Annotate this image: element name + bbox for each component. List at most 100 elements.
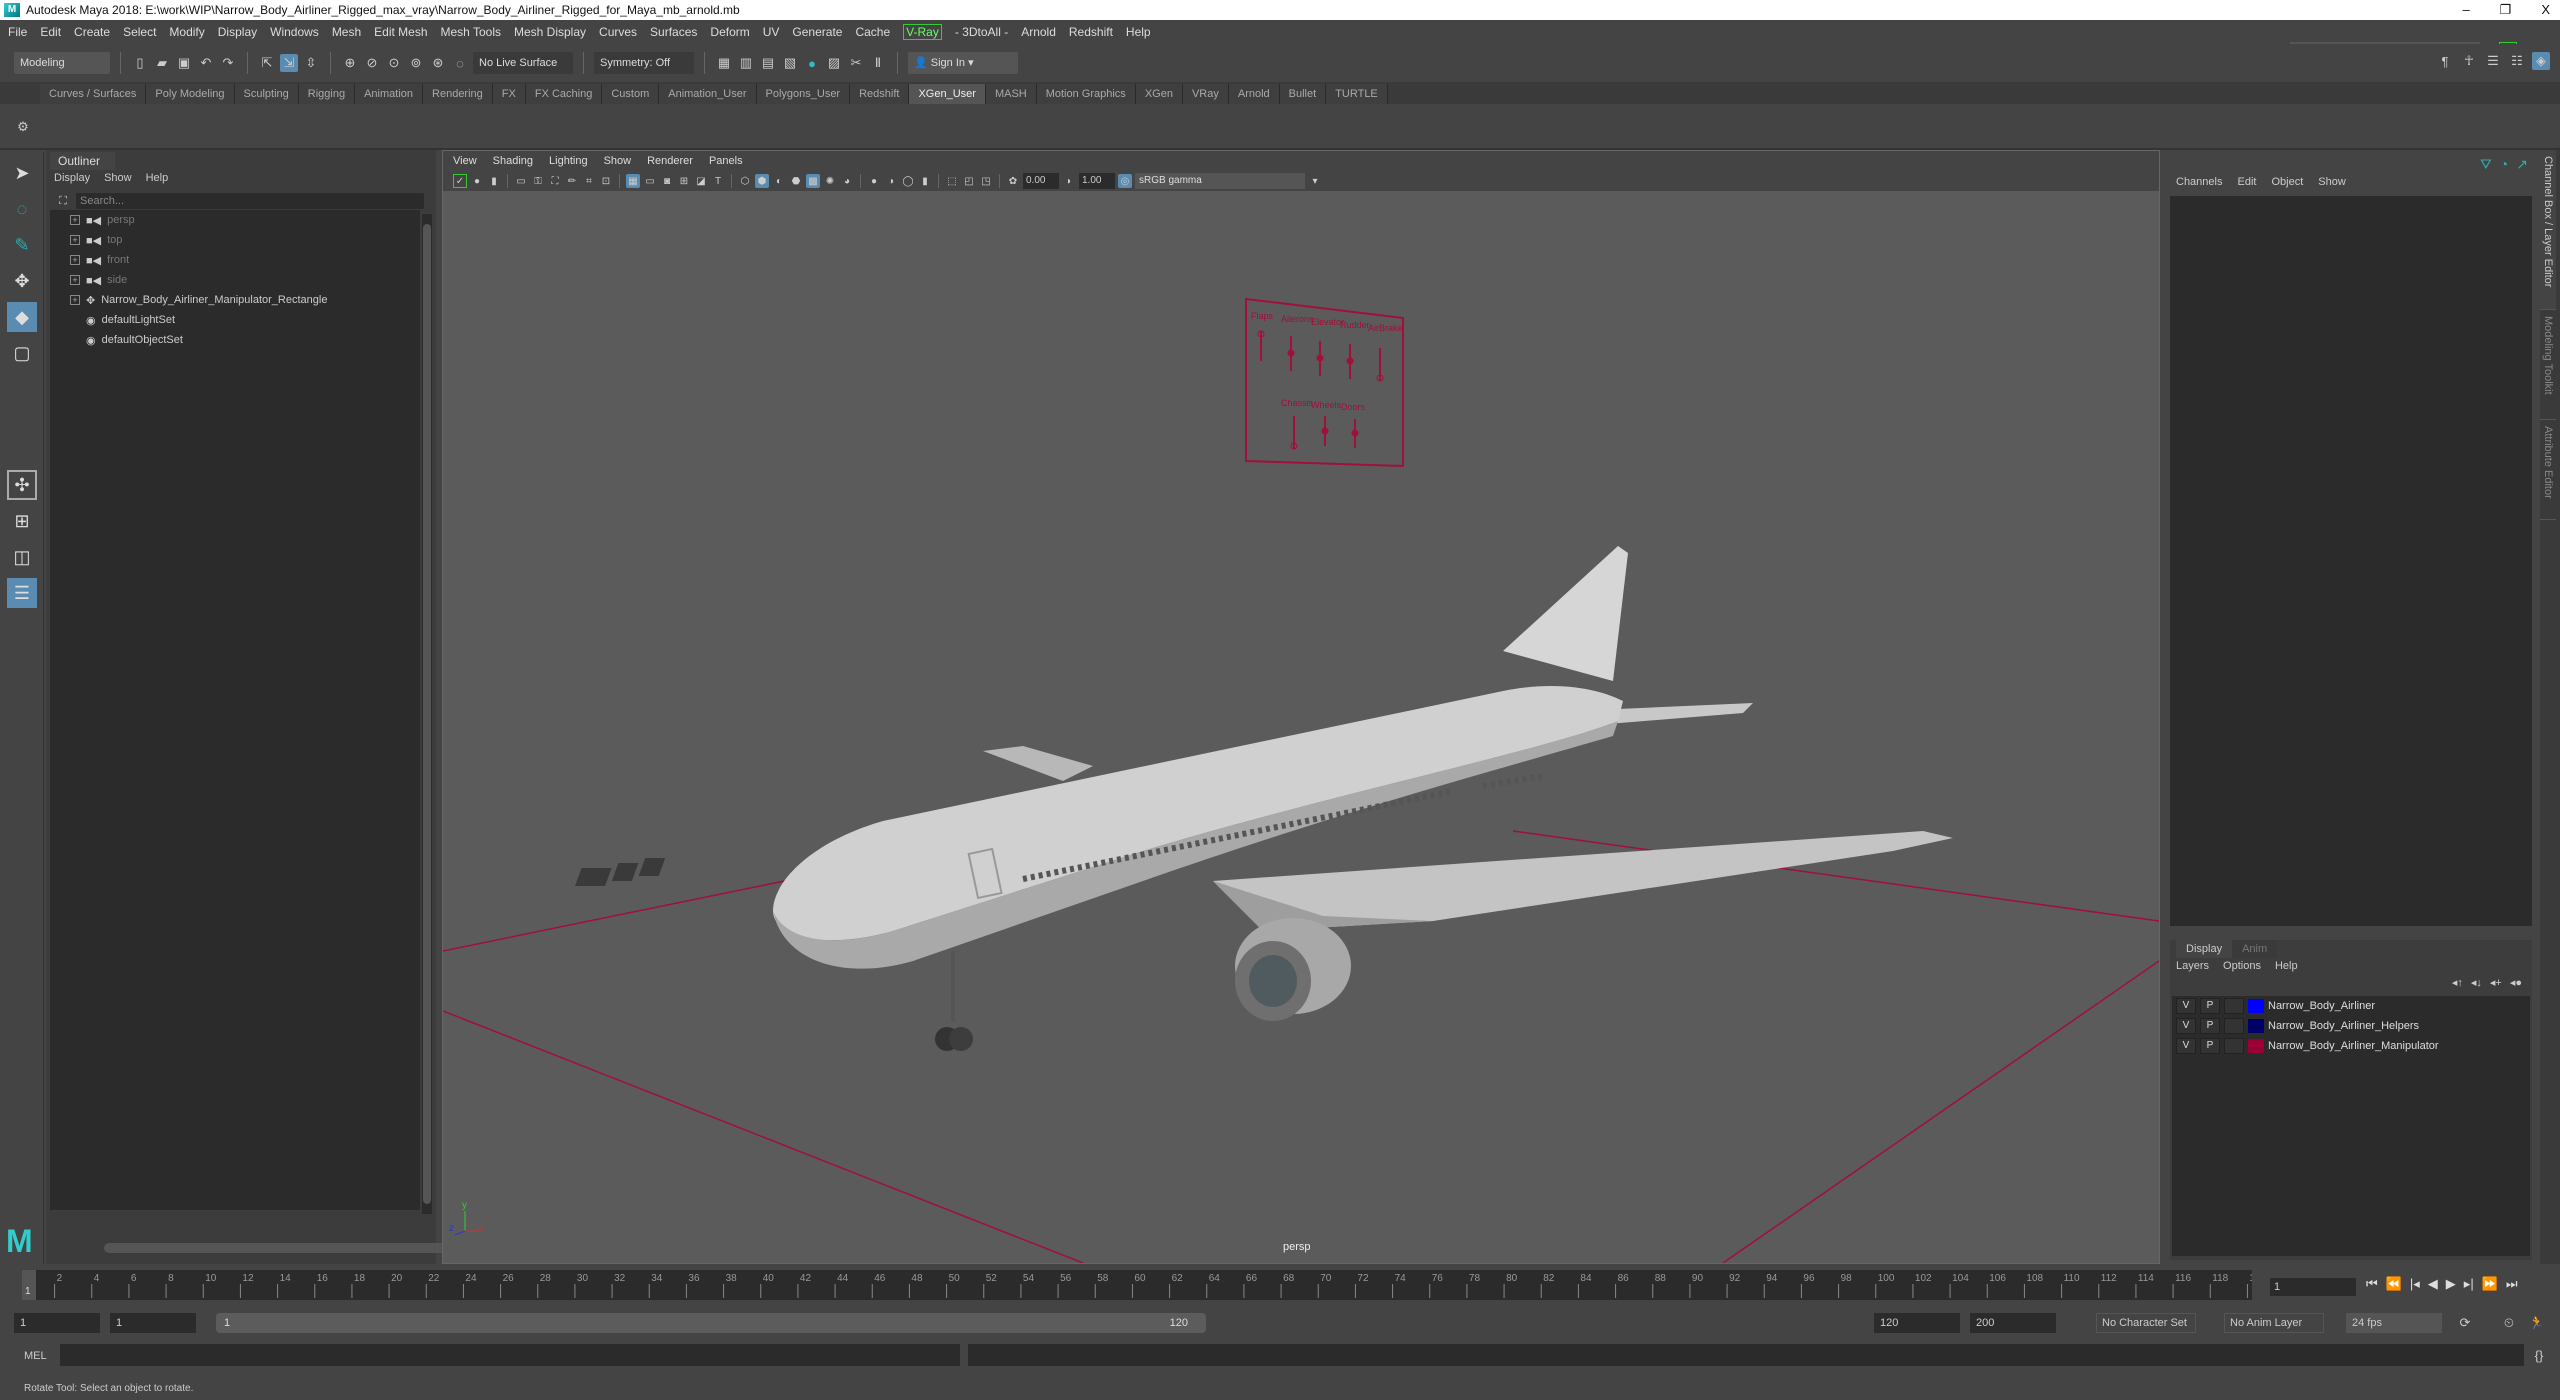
four-view-layout-icon[interactable]: ⊞	[7, 506, 37, 536]
display-type-toggle[interactable]	[2224, 1018, 2244, 1034]
menu-arnold[interactable]: Arnold	[1021, 25, 1056, 39]
layer-row[interactable]: V P Narrow_Body_Airliner	[2172, 996, 2530, 1016]
motion-blur-icon[interactable]: ◑	[884, 174, 898, 188]
menu-edit[interactable]: Edit	[40, 25, 61, 39]
menu-windows[interactable]: Windows	[270, 25, 319, 39]
shelf-tab[interactable]: Curves / Surfaces	[40, 84, 147, 104]
new-layer-icon[interactable]: ◂+	[2490, 976, 2502, 989]
scale-tool-icon[interactable]: ▢	[7, 338, 37, 368]
shadows-icon[interactable]: ◕	[840, 174, 854, 188]
use-all-lights-icon[interactable]: ✺	[823, 174, 837, 188]
move-layer-up-icon[interactable]: ◂↑	[2452, 976, 2463, 989]
render-frame-icon[interactable]: ▥	[737, 54, 755, 72]
safe-action-icon[interactable]: ◪	[694, 174, 708, 188]
layer-color-swatch[interactable]	[2248, 1019, 2264, 1033]
speed-icon[interactable]: ◔	[2500, 156, 2508, 173]
move-tool-icon[interactable]: ✥	[7, 266, 37, 296]
outliner-horizontal-scrollbar[interactable]	[104, 1243, 454, 1253]
outliner-item[interactable]: + ■◀ top	[50, 230, 420, 250]
open-scene-icon[interactable]: ▰	[153, 54, 171, 72]
loop-icon[interactable]: ⟳	[2456, 1314, 2474, 1332]
menu-help[interactable]: Help	[1126, 25, 1151, 39]
menu-cache[interactable]: Cache	[855, 25, 890, 39]
lock-camera-icon[interactable]: ⚿	[531, 174, 545, 188]
shelf-tab[interactable]: TURTLE	[1326, 84, 1388, 104]
move-layer-down-icon[interactable]: ◂↓	[2471, 976, 2482, 989]
outliner-menu-show[interactable]: Show	[104, 170, 132, 186]
outliner-menu-display[interactable]: Display	[54, 170, 90, 186]
camera-attributes-icon[interactable]: ●	[470, 174, 484, 188]
end-time-field[interactable]: 200	[1970, 1313, 2056, 1333]
layer-color-swatch[interactable]	[2248, 999, 2264, 1013]
single-perspective-view-icon[interactable]: ✣	[7, 470, 37, 500]
wireframe-on-shaded-icon[interactable]: ⬣	[789, 174, 803, 188]
menu-mesh-display[interactable]: Mesh Display	[514, 25, 586, 39]
smooth-shade-icon[interactable]: ⬢	[755, 174, 769, 188]
layer-row[interactable]: V P Narrow_Body_Airliner_Manipulator	[2172, 1036, 2530, 1056]
outliner-tab[interactable]: Outliner	[50, 152, 115, 170]
outliner-menu-help[interactable]: Help	[146, 170, 169, 186]
paint-select-tool-icon[interactable]: ✎	[7, 230, 37, 260]
menu-select[interactable]: Select	[123, 25, 156, 39]
visibility-toggle[interactable]: V	[2176, 1038, 2196, 1054]
expand-icon[interactable]: +	[70, 235, 80, 245]
two-view-layout-icon[interactable]: ◫	[7, 542, 37, 572]
outliner-item[interactable]: + ✥ Narrow_Body_Airliner_Manipulator_Recta…	[50, 290, 420, 310]
layer-color-swatch[interactable]	[2248, 1039, 2264, 1053]
sign-in-button[interactable]: 👤 Sign In ▾	[908, 52, 1018, 74]
layer-menu-help[interactable]: Help	[2275, 960, 2298, 972]
shelf-tab[interactable]: Rendering	[423, 84, 493, 104]
menu-vray[interactable]: V-Ray	[903, 24, 942, 40]
step-forward-key-icon[interactable]: ⏩	[2482, 1276, 2498, 1292]
channel-box-icon[interactable]: ◈	[2532, 52, 2550, 70]
wireframe-icon[interactable]: ▦	[626, 174, 640, 188]
playback-toggle[interactable]: P	[2200, 1018, 2220, 1034]
redo-icon[interactable]: ↷	[219, 54, 237, 72]
side-tab-channel-box[interactable]: Channel Box / Layer Editor	[2540, 150, 2556, 310]
shelf-tab[interactable]: FX	[492, 84, 526, 104]
manipulator-control-panel[interactable]: Flaps Ailerons Elevator Rudder AirBrake …	[1245, 297, 1404, 468]
side-tab-modeling-toolkit[interactable]: Modeling Toolkit	[2540, 310, 2556, 420]
attribute-editor-icon[interactable]: ☰	[2484, 52, 2502, 70]
chevron-down-icon[interactable]: ▾	[1308, 174, 1322, 188]
outliner-item[interactable]: + ■◀ front	[50, 250, 420, 270]
render-view-icon[interactable]: ▨	[825, 54, 843, 72]
anti-aliasing-icon[interactable]: ◯	[901, 174, 915, 188]
new-layer-selected-icon[interactable]: ◂●	[2510, 976, 2522, 989]
display-type-toggle[interactable]	[2224, 998, 2244, 1014]
select-tool-icon[interactable]: ➤	[7, 158, 37, 188]
outliner-item[interactable]: ◉ defaultLightSet	[50, 310, 420, 330]
side-tab-attribute-editor[interactable]: Attribute Editor	[2540, 420, 2556, 520]
start-time-field[interactable]: 1	[14, 1313, 100, 1333]
menu-edit-mesh[interactable]: Edit Mesh	[374, 25, 427, 39]
viewport-canvas[interactable]: Flaps Ailerons Elevator Rudder AirBrake …	[442, 191, 2160, 1264]
select-camera-icon[interactable]: ✓	[453, 174, 467, 188]
snap-view-icon[interactable]: ⊚	[407, 54, 425, 72]
wireframe-shading-icon[interactable]: ⬡	[738, 174, 752, 188]
shelf-tab[interactable]: Polygons_User	[756, 84, 851, 104]
select-component-icon[interactable]: ⇳	[302, 54, 320, 72]
isolate-select-icon[interactable]: ▮	[918, 174, 932, 188]
shelf-tab[interactable]: VRay	[1182, 84, 1229, 104]
expand-icon[interactable]: +	[70, 215, 80, 225]
layer-tab-display[interactable]: Display	[2176, 940, 2233, 958]
outliner-layout-icon[interactable]: ☰	[7, 578, 37, 608]
menu-3dtoall[interactable]: - 3DtoAll -	[955, 25, 1008, 39]
render-settings-icon[interactable]: ▧	[781, 54, 799, 72]
live-surface-field[interactable]: No Live Surface	[473, 52, 573, 74]
lasso-tool-icon[interactable]: ◌	[7, 194, 37, 224]
layer-menu-options[interactable]: Options	[2223, 960, 2261, 972]
snap-curve-icon[interactable]: ⊘	[363, 54, 381, 72]
bookmark-icon[interactable]: ▮	[487, 174, 501, 188]
camera-icon[interactable]: ⛶	[548, 174, 562, 188]
viewport-menu-show[interactable]: Show	[604, 151, 632, 171]
playback-end-field[interactable]: 120	[1874, 1313, 1960, 1333]
mel-label[interactable]: MEL	[24, 1350, 47, 1362]
outliner-item[interactable]: + ■◀ persp	[50, 210, 420, 230]
playback-toggle[interactable]: P	[2200, 1038, 2220, 1054]
ipr-render-icon[interactable]: ▤	[759, 54, 777, 72]
play-forward-icon[interactable]: ▶	[2446, 1276, 2456, 1292]
manipulator-icon[interactable]: ⛛	[2480, 156, 2492, 173]
play-backward-icon[interactable]: ◀	[2428, 1276, 2438, 1292]
go-to-end-icon[interactable]: ⏭	[2506, 1276, 2518, 1292]
